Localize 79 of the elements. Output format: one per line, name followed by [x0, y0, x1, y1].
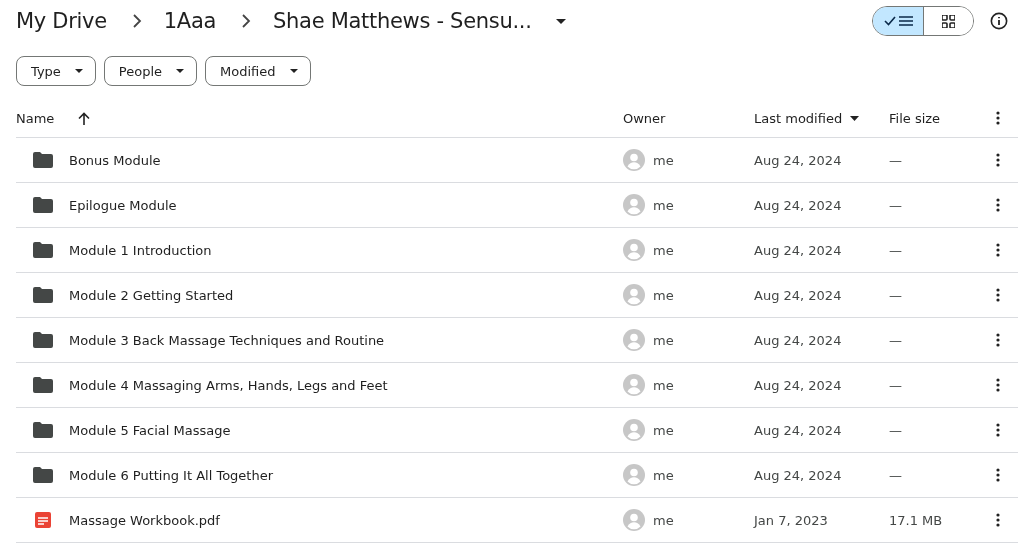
size-cell: 17.1 MB	[889, 512, 943, 528]
avatar-icon	[623, 149, 645, 171]
modified-cell: Aug 24, 2024	[754, 422, 842, 438]
size-cell: —	[889, 152, 902, 168]
owner-cell: me	[653, 512, 674, 528]
file-name[interactable]: Module 3 Back Massage Techniques and Routine	[69, 332, 385, 348]
avatar-icon	[623, 329, 645, 351]
modified-cell: Aug 24, 2024	[754, 242, 842, 258]
file-name[interactable]: Module 1 Introduction	[69, 242, 212, 258]
more-icon[interactable]	[995, 288, 1000, 302]
more-icon[interactable]	[995, 333, 1000, 347]
breadcrumb-item[interactable]: My Drive	[16, 9, 107, 33]
filter-chip[interactable]: Type	[16, 56, 96, 86]
column-header[interactable]: Last modified	[754, 110, 843, 126]
file-name[interactable]: Module 5 Facial Massage	[69, 422, 231, 438]
avatar-icon	[623, 464, 645, 486]
info-icon[interactable]	[990, 12, 1008, 30]
owner-cell: me	[653, 467, 674, 483]
modified-cell: Aug 24, 2024	[754, 197, 842, 213]
list-icon	[898, 16, 913, 26]
owner-cell: me	[653, 287, 674, 303]
list-view-button[interactable]	[873, 7, 923, 35]
file-name[interactable]: Module 6 Putting It All Together	[69, 467, 273, 483]
more-icon[interactable]	[995, 153, 1000, 167]
more-icon[interactable]	[995, 423, 1000, 437]
breadcrumb-item[interactable]: Shae Matthews - Sensu...	[273, 9, 532, 33]
column-header[interactable]: Name	[16, 110, 91, 126]
size-cell: —	[889, 332, 902, 348]
caret-icon	[74, 69, 83, 73]
sort-arrow-icon	[78, 111, 91, 125]
check-icon	[883, 16, 896, 26]
modified-cell: Aug 24, 2024	[754, 332, 842, 348]
breadcrumb-item[interactable]: 1Aaa	[163, 9, 217, 33]
file-name[interactable]: Module 2 Getting Started	[69, 287, 234, 303]
file-name[interactable]: Massage Workbook.pdf	[69, 512, 220, 528]
more-icon[interactable]	[995, 111, 1000, 125]
caret-icon[interactable]	[850, 115, 860, 121]
size-cell: —	[889, 287, 902, 303]
size-cell: —	[889, 377, 902, 393]
grid-view-button[interactable]	[923, 7, 973, 35]
owner-cell: me	[653, 152, 674, 168]
avatar-icon	[623, 419, 645, 441]
file-name[interactable]: Epilogue Module	[69, 197, 177, 213]
column-header[interactable]: Owner	[623, 110, 666, 126]
modified-cell: Jan 7, 2023	[754, 512, 828, 528]
avatar-icon	[623, 509, 645, 531]
owner-cell: me	[653, 332, 674, 348]
owner-cell: me	[653, 242, 674, 258]
more-icon[interactable]	[995, 198, 1000, 212]
filter-chip[interactable]: People	[103, 56, 198, 86]
chevron-icon	[241, 14, 252, 28]
modified-cell: Aug 24, 2024	[754, 467, 842, 483]
file-name[interactable]: Module 4 Massaging Arms, Hands, Legs and Feet	[69, 377, 388, 393]
avatar-icon	[623, 284, 645, 306]
avatar-icon	[623, 374, 645, 396]
more-icon[interactable]	[995, 468, 1000, 482]
column-header[interactable]: File size	[889, 110, 941, 126]
size-cell: —	[889, 197, 902, 213]
filter-chip[interactable]: Modified	[205, 56, 311, 86]
more-icon[interactable]	[995, 378, 1000, 392]
more-icon[interactable]	[995, 243, 1000, 257]
modified-cell: Aug 24, 2024	[754, 152, 842, 168]
size-cell: —	[889, 467, 902, 483]
caret-icon	[289, 69, 298, 73]
grid-icon	[942, 14, 955, 28]
avatar-icon	[623, 194, 645, 216]
owner-cell: me	[653, 422, 674, 438]
more-icon[interactable]	[995, 513, 1000, 527]
size-cell: —	[889, 422, 902, 438]
modified-cell: Aug 24, 2024	[754, 377, 842, 393]
avatar-icon	[623, 239, 645, 261]
chevron-icon	[131, 14, 142, 28]
caret-icon	[176, 69, 185, 73]
caret-icon[interactable]	[555, 18, 566, 24]
size-cell: —	[889, 242, 902, 258]
owner-cell: me	[653, 197, 674, 213]
modified-cell: Aug 24, 2024	[754, 287, 842, 303]
owner-cell: me	[653, 377, 674, 393]
file-name[interactable]: Bonus Module	[69, 152, 161, 168]
